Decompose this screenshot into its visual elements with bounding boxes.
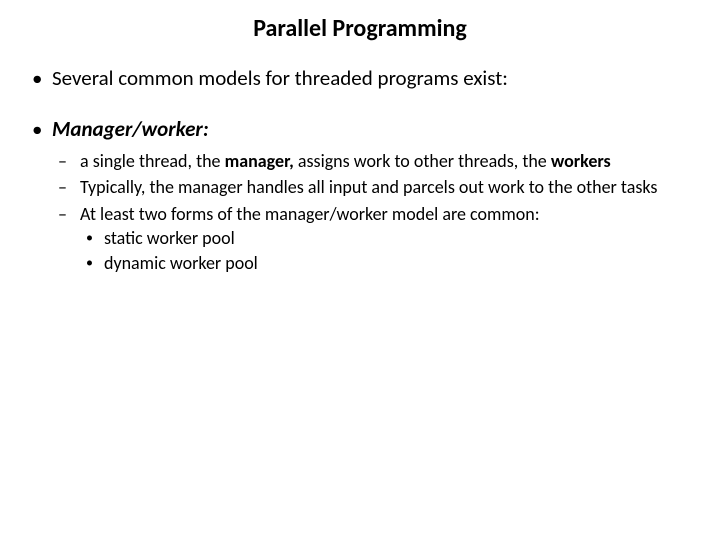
bullet-text: static worker pool (104, 227, 235, 249)
bullet-text: At least two forms of the manager/worker… (80, 203, 540, 225)
bullet-text: Several common models for threaded progr… (52, 65, 508, 91)
bullet-item: Typically, the manager handles all input… (52, 176, 692, 199)
bullet-text-bold: workers (551, 150, 611, 172)
bullet-item: At least two forms of the manager/worker… (52, 203, 692, 275)
bullet-item: Several common models for threaded progr… (28, 65, 692, 92)
bullet-list-level3: static worker pool dynamic worker pool (80, 227, 692, 274)
bullet-item: static worker pool (80, 227, 692, 250)
slide: Parallel Programming Several common mode… (0, 0, 720, 540)
bullet-text-bold: manager, (225, 150, 294, 172)
bullet-text-part: assigns work to other threads, the (294, 150, 551, 172)
bullet-list-level2: a single thread, the manager, assigns wo… (52, 150, 692, 275)
bullet-item: a single thread, the manager, assigns wo… (52, 150, 692, 173)
bullet-text-part: a single thread, the (80, 150, 225, 172)
bullet-text: dynamic worker pool (104, 252, 258, 274)
bullet-item: dynamic worker pool (80, 252, 692, 275)
bullet-list-level1: Several common models for threaded progr… (28, 65, 692, 274)
bullet-text: Manager/worker: (52, 116, 209, 142)
bullet-item: Manager/worker: a single thread, the man… (28, 116, 692, 274)
slide-title: Parallel Programming (28, 14, 692, 43)
bullet-text: Typically, the manager handles all input… (80, 176, 657, 198)
